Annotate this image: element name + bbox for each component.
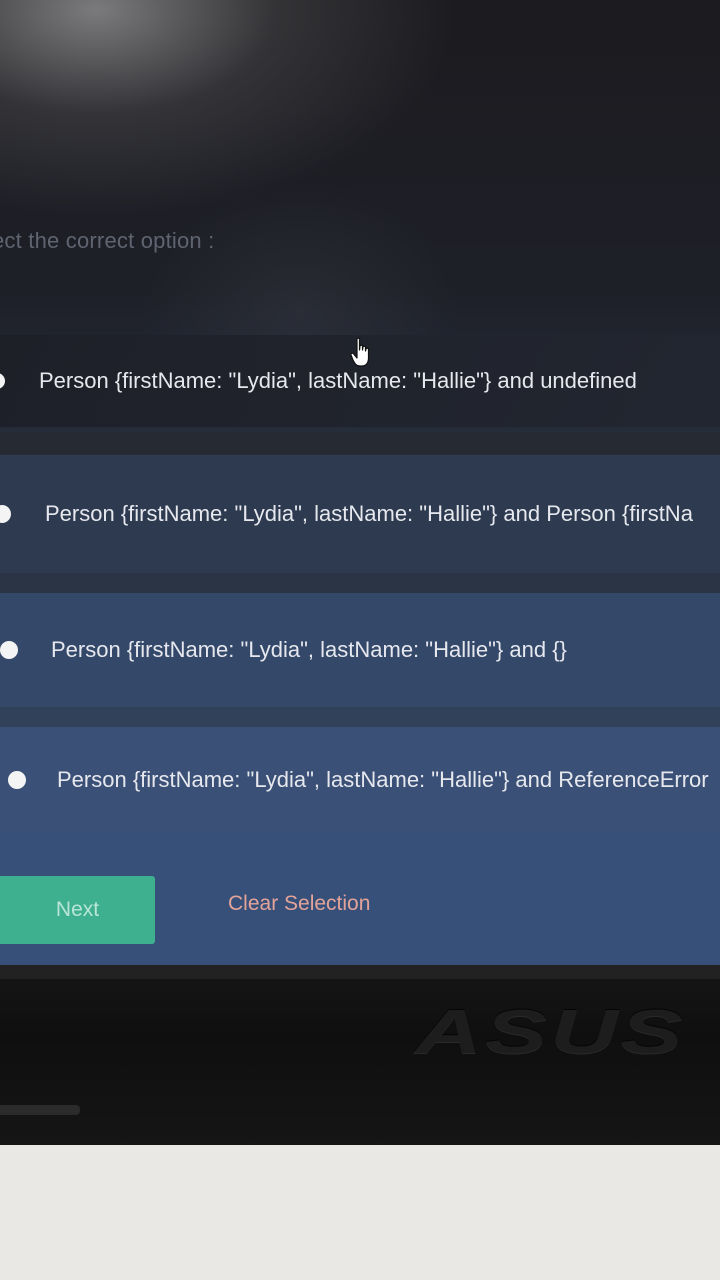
answer-option-label: Person {firstName: "Lydia", lastName: "H… <box>45 501 693 526</box>
side-port <box>0 1105 80 1115</box>
radio-unselected-icon[interactable] <box>0 641 18 659</box>
bezel-edge <box>0 965 720 979</box>
option-divider <box>0 707 720 727</box>
radio-unselected-icon[interactable] <box>0 373 5 389</box>
hand-pointer-icon <box>350 337 370 367</box>
clear-selection-button[interactable]: Clear Selection <box>228 892 370 916</box>
question-prompt: ect the correct option : <box>0 228 215 253</box>
answer-option-4[interactable]: Person {firstName: "Lydia", lastName: "H… <box>0 727 720 832</box>
laptop-screen: ect the correct option : Person {firstNa… <box>0 0 720 965</box>
option-divider <box>0 573 720 593</box>
radio-unselected-icon[interactable] <box>0 505 11 523</box>
answer-option-label: Person {firstName: "Lydia", lastName: "H… <box>39 368 637 393</box>
radio-unselected-icon[interactable] <box>8 770 26 789</box>
option-divider <box>0 432 720 454</box>
laptop-bezel: ASUS <box>0 965 720 1145</box>
answer-option-3[interactable]: Person {firstName: "Lydia", lastName: "H… <box>0 593 720 707</box>
photo-of-laptop-screen: ect the correct option : Person {firstNa… <box>0 0 720 1280</box>
answer-option-label: Person {firstName: "Lydia", lastName: "H… <box>57 766 709 792</box>
answer-option-label: Person {firstName: "Lydia", lastName: "H… <box>51 637 567 662</box>
screen-glare <box>0 0 460 220</box>
desk-surface <box>0 1145 720 1280</box>
brand-logo: ASUS <box>415 998 686 1067</box>
answer-option-2[interactable]: Person {firstName: "Lydia", lastName: "H… <box>0 455 720 573</box>
next-button[interactable]: Next <box>0 876 155 944</box>
